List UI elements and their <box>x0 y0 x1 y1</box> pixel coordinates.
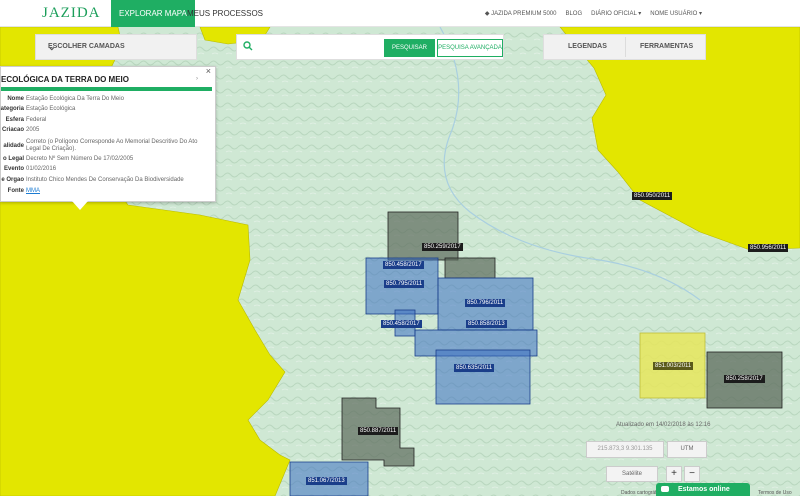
process-label[interactable]: 850.259/2017 <box>422 243 463 251</box>
chat-label: Estamos online <box>678 486 730 493</box>
search-icon <box>243 41 253 51</box>
diario-oficial-menu[interactable]: DIÁRIO OFICIAL <box>591 10 641 17</box>
process-label[interactable]: 850.795/2011 <box>384 280 425 288</box>
info-panel: ECOLÓGICA DA TERRA DO MEIO × › Nome Estaç… <box>0 66 216 202</box>
tab-meus-processos[interactable]: MEUS PROCESSOS <box>179 0 271 27</box>
premium-link[interactable]: ◆ JAZIDA PREMIUM 5000 <box>485 10 557 17</box>
next-icon[interactable]: › <box>196 76 198 82</box>
chevron-down-icon: ⌄ <box>48 42 56 52</box>
user-menu[interactable]: NOME USUÁRIO <box>650 10 702 17</box>
process-label[interactable]: 851.067/2013 <box>306 477 347 485</box>
title-underline <box>1 87 212 91</box>
close-icon[interactable]: × <box>206 66 211 76</box>
advanced-search-button[interactable]: PESQUISA AVANÇADA <box>437 39 503 57</box>
process-label[interactable]: 850.950/2011 <box>632 192 673 200</box>
search-button[interactable]: PESQUISAR <box>384 39 435 57</box>
process-polygon[interactable] <box>387 211 459 261</box>
unit-toggle[interactable]: UTM <box>667 441 707 458</box>
tools-bar: LEGENDAS FERRAMENTAS <box>543 34 706 60</box>
process-label[interactable]: 850.458/2017 <box>383 261 424 269</box>
chat-icon <box>661 486 669 492</box>
blog-link[interactable]: BLOG <box>565 11 582 17</box>
chat-widget[interactable]: Estamos online <box>656 483 750 496</box>
tools-button[interactable]: FERRAMENTAS <box>640 43 693 50</box>
legend-button[interactable]: LEGENDAS <box>568 43 607 50</box>
process-label[interactable]: 850.635/2011 <box>454 364 495 372</box>
process-polygon[interactable] <box>444 257 496 279</box>
process-label[interactable]: 850.258/2017 <box>724 375 765 383</box>
process-label[interactable]: 850.796/2011 <box>465 299 506 307</box>
updated-timestamp: Atualizado em 14/02/2018 às 12:16 <box>616 422 711 428</box>
diamond-icon: ◆ <box>484 11 490 17</box>
divider <box>625 37 626 57</box>
right-nav: ◆ JAZIDA PREMIUM 5000 BLOG DIÁRIO OFICIA… <box>485 0 702 27</box>
coordinate-readout: 215.873,3 9.301.135 <box>586 441 664 458</box>
process-label[interactable]: 851.003/2011 <box>653 362 694 370</box>
search-input[interactable] <box>257 40 377 56</box>
zoom-in-button[interactable]: + <box>666 466 682 482</box>
top-navbar: JAZIDA EXPLORAR MAPA MEUS PROCESSOS ◆ JA… <box>0 0 800 27</box>
process-label[interactable]: 850.956/2011 <box>748 244 789 252</box>
process-polygon[interactable] <box>435 349 531 405</box>
jazida-logo[interactable]: JAZIDA <box>42 5 101 22</box>
search-bar: PESQUISAR PESQUISA AVANÇADA <box>236 34 504 60</box>
process-label[interactable]: 850.458/2017 <box>381 320 422 328</box>
zoom-out-button[interactable]: − <box>684 466 700 482</box>
source-link[interactable]: MMA <box>26 188 212 195</box>
terms-link[interactable]: Termos de Uso <box>758 490 792 496</box>
process-label[interactable]: 850.887/2011 <box>358 427 399 435</box>
layers-dropdown[interactable]: ESCOLHER CAMADAS ⌄ <box>35 34 197 60</box>
process-label[interactable]: 850.858/2013 <box>466 320 507 328</box>
info-panel-pointer <box>72 201 88 210</box>
info-panel-title: ECOLÓGICA DA TERRA DO MEIO <box>1 75 129 84</box>
basemap-toggle[interactable]: Satélite <box>606 466 658 482</box>
